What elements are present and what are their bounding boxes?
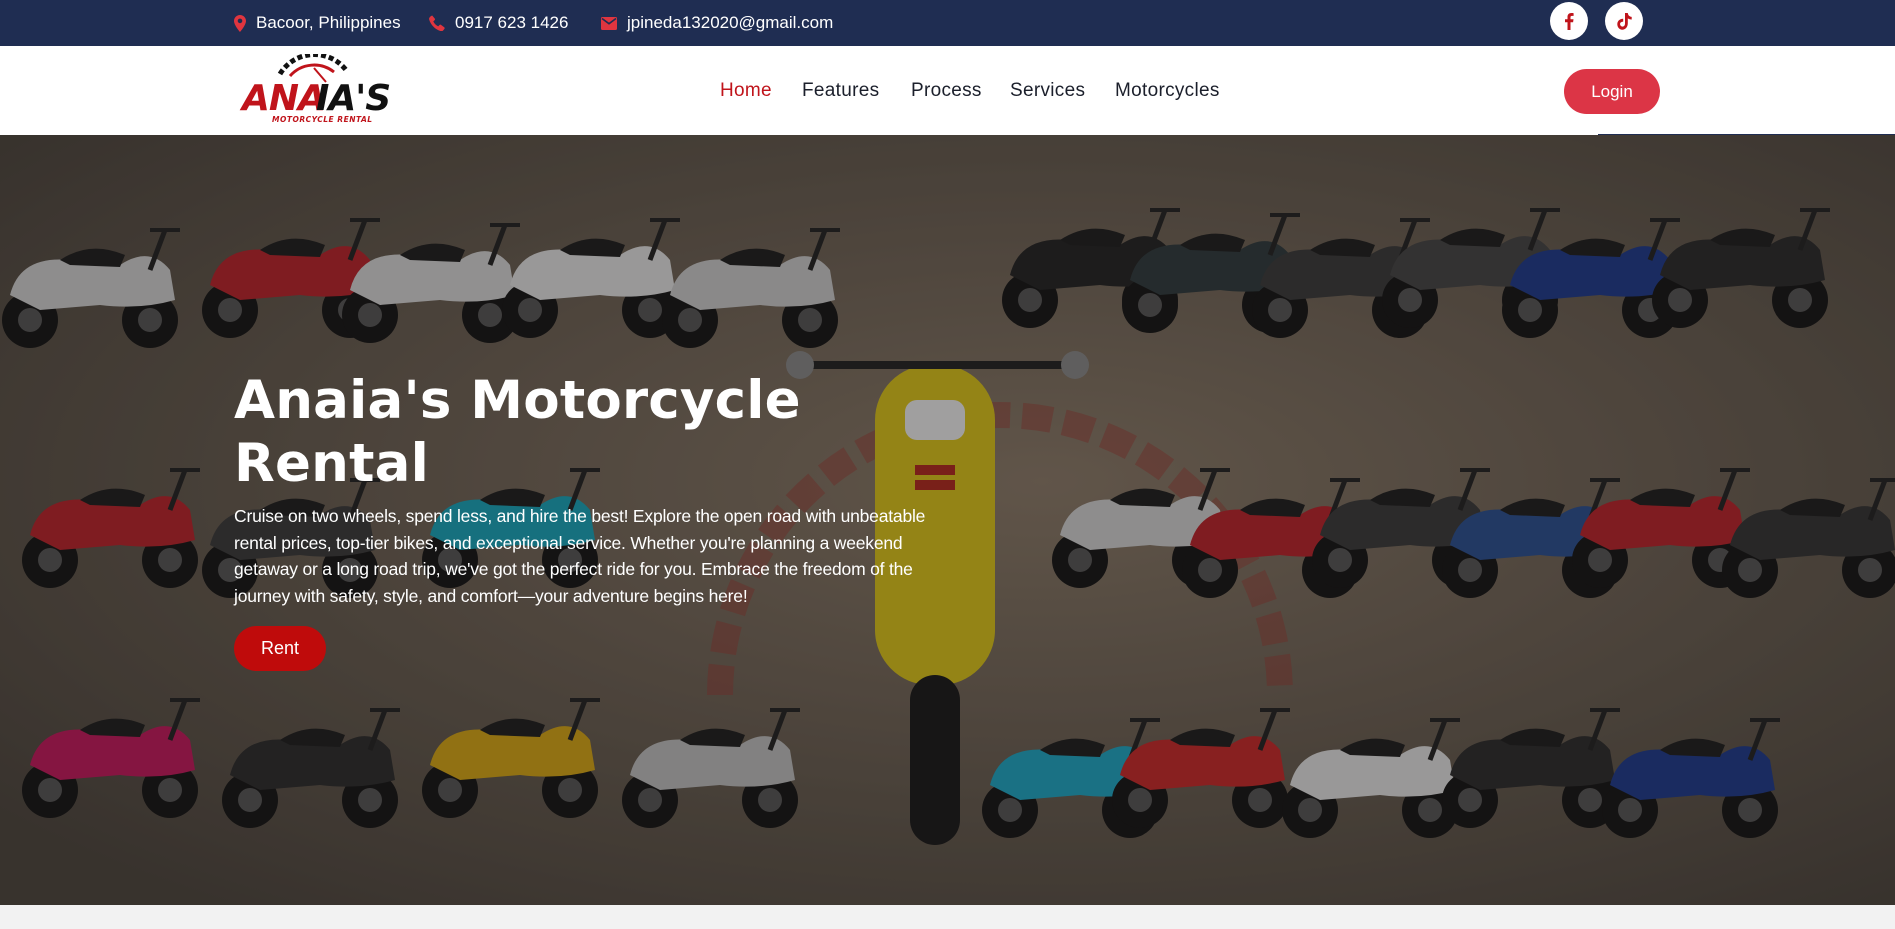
email-text: jpineda132020@gmail.com [627,13,834,32]
nav-features[interactable]: Features [802,46,879,135]
map-pin-icon [234,14,246,32]
login-button[interactable]: Login [1564,69,1660,114]
main-navbar: ANA IA'S MOTORCYCLE RENTAL Home Features… [0,46,1895,137]
svg-text:ANA: ANA [239,78,325,119]
next-section-strip [0,905,1895,929]
hero-description: Cruise on two wheels, spend less, and hi… [234,506,926,606]
phone-text: 0917 623 1426 [455,13,569,32]
location-text: Bacoor, Philippines [256,13,401,32]
email-info[interactable]: jpineda132020@gmail.com [601,0,833,46]
facebook-icon [1565,12,1574,30]
facebook-button[interactable] [1550,2,1588,40]
envelope-icon [601,16,617,30]
nav-services[interactable]: Services [1010,46,1085,135]
rent-button[interactable]: Rent [234,626,326,671]
hero-title: Anaia's Motorcycle Rental [234,370,801,494]
tiktok-button[interactable] [1605,2,1643,40]
location-info: Bacoor, Philippines [234,0,401,46]
top-info-bar: Bacoor, Philippines 0917 623 1426 jpined… [0,0,1895,46]
svg-text:MOTORCYCLE RENTAL: MOTORCYCLE RENTAL [272,115,373,124]
phone-info[interactable]: 0917 623 1426 [429,0,568,46]
nav-motorcycles[interactable]: Motorcycles [1115,46,1220,135]
svg-text:IA'S: IA'S [316,78,390,119]
hero-section: Anaia's Motorcycle Rental Cruise on two … [0,135,1895,905]
brand-logo[interactable]: ANA IA'S MOTORCYCLE RENTAL [238,51,391,126]
nav-home[interactable]: Home [720,46,772,135]
nav-process[interactable]: Process [911,46,982,135]
tiktok-icon [1616,12,1632,30]
phone-icon [429,15,445,31]
